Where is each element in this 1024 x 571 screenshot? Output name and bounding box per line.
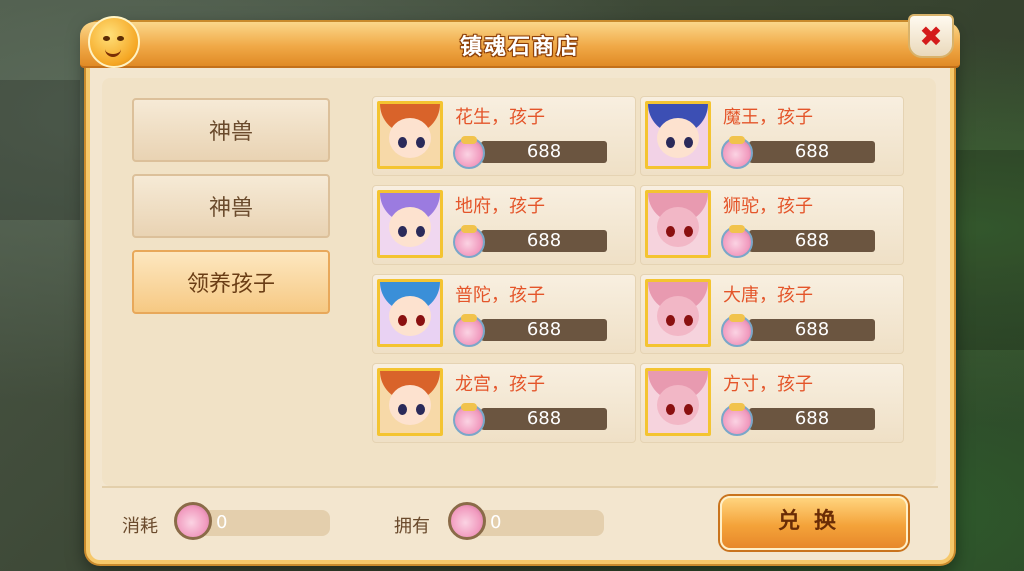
item-price: 688 <box>749 141 875 163</box>
avatar <box>645 190 711 258</box>
item-price: 688 <box>481 408 607 430</box>
item-name: 大唐，孩子 <box>723 285 813 306</box>
own-label: 拥有 <box>394 516 430 537</box>
item-price: 688 <box>749 230 875 252</box>
cost-label: 消耗 <box>122 516 158 537</box>
avatar <box>377 101 443 169</box>
avatar <box>377 190 443 258</box>
soul-stone-icon <box>721 136 753 169</box>
item-price: 688 <box>749 319 875 341</box>
footer-divider <box>102 486 938 488</box>
item-name: 魔王，孩子 <box>723 107 813 128</box>
soul-stone-icon <box>453 225 485 258</box>
tab-adopt-child[interactable]: 领养孩子 <box>132 250 330 314</box>
item-card[interactable]: 地府，孩子 688 <box>372 185 636 265</box>
item-card[interactable]: 花生，孩子 688 <box>372 96 636 176</box>
item-name: 地府，孩子 <box>455 196 545 217</box>
item-price: 688 <box>481 141 607 163</box>
item-name: 普陀，孩子 <box>455 285 545 306</box>
item-card[interactable]: 魔王，孩子 688 <box>640 96 904 176</box>
tab-divine-beast-2[interactable]: 神兽 <box>132 174 330 238</box>
shop-modal: 镇魂石商店 ✖ 神兽 神兽 领养孩子 花生，孩子 688 魔王，孩子 688 地… <box>80 14 960 564</box>
shop-title: 镇魂石商店 <box>459 35 580 60</box>
avatar <box>377 279 443 347</box>
soul-stone-icon <box>453 403 485 436</box>
soul-stone-icon <box>453 314 485 347</box>
item-name: 狮驼，孩子 <box>723 196 813 217</box>
avatar <box>645 101 711 169</box>
item-card[interactable]: 普陀，孩子 688 <box>372 274 636 354</box>
item-price: 688 <box>481 230 607 252</box>
item-name: 方寸，孩子 <box>723 374 813 395</box>
soul-stone-icon <box>721 314 753 347</box>
avatar <box>377 368 443 436</box>
item-card[interactable]: 方寸，孩子 688 <box>640 363 904 443</box>
item-price: 688 <box>481 319 607 341</box>
soul-stone-icon <box>721 225 753 258</box>
close-icon: ✖ <box>919 19 943 53</box>
category-sidebar: 神兽 神兽 领养孩子 <box>132 98 330 326</box>
item-card[interactable]: 狮驼，孩子 688 <box>640 185 904 265</box>
item-price: 688 <box>749 408 875 430</box>
cost-soul-stone-icon <box>174 502 212 540</box>
item-name: 花生，孩子 <box>455 107 545 128</box>
item-card[interactable]: 龙宫，孩子 688 <box>372 363 636 443</box>
own-soul-stone-icon <box>448 502 486 540</box>
soul-stone-icon <box>721 403 753 436</box>
close-button[interactable]: ✖ <box>908 14 954 58</box>
avatar <box>645 279 711 347</box>
title-bar: 镇魂石商店 ✖ <box>80 14 960 68</box>
exchange-button[interactable]: 兑换 <box>720 496 908 550</box>
content-panel: 神兽 神兽 领养孩子 花生，孩子 688 魔王，孩子 688 地府，孩子 688… <box>102 78 936 486</box>
tab-divine-beast-1[interactable]: 神兽 <box>132 98 330 162</box>
soul-stone-icon <box>453 136 485 169</box>
item-card[interactable]: 大唐，孩子 688 <box>640 274 904 354</box>
avatar <box>645 368 711 436</box>
item-name: 龙宫，孩子 <box>455 374 545 395</box>
